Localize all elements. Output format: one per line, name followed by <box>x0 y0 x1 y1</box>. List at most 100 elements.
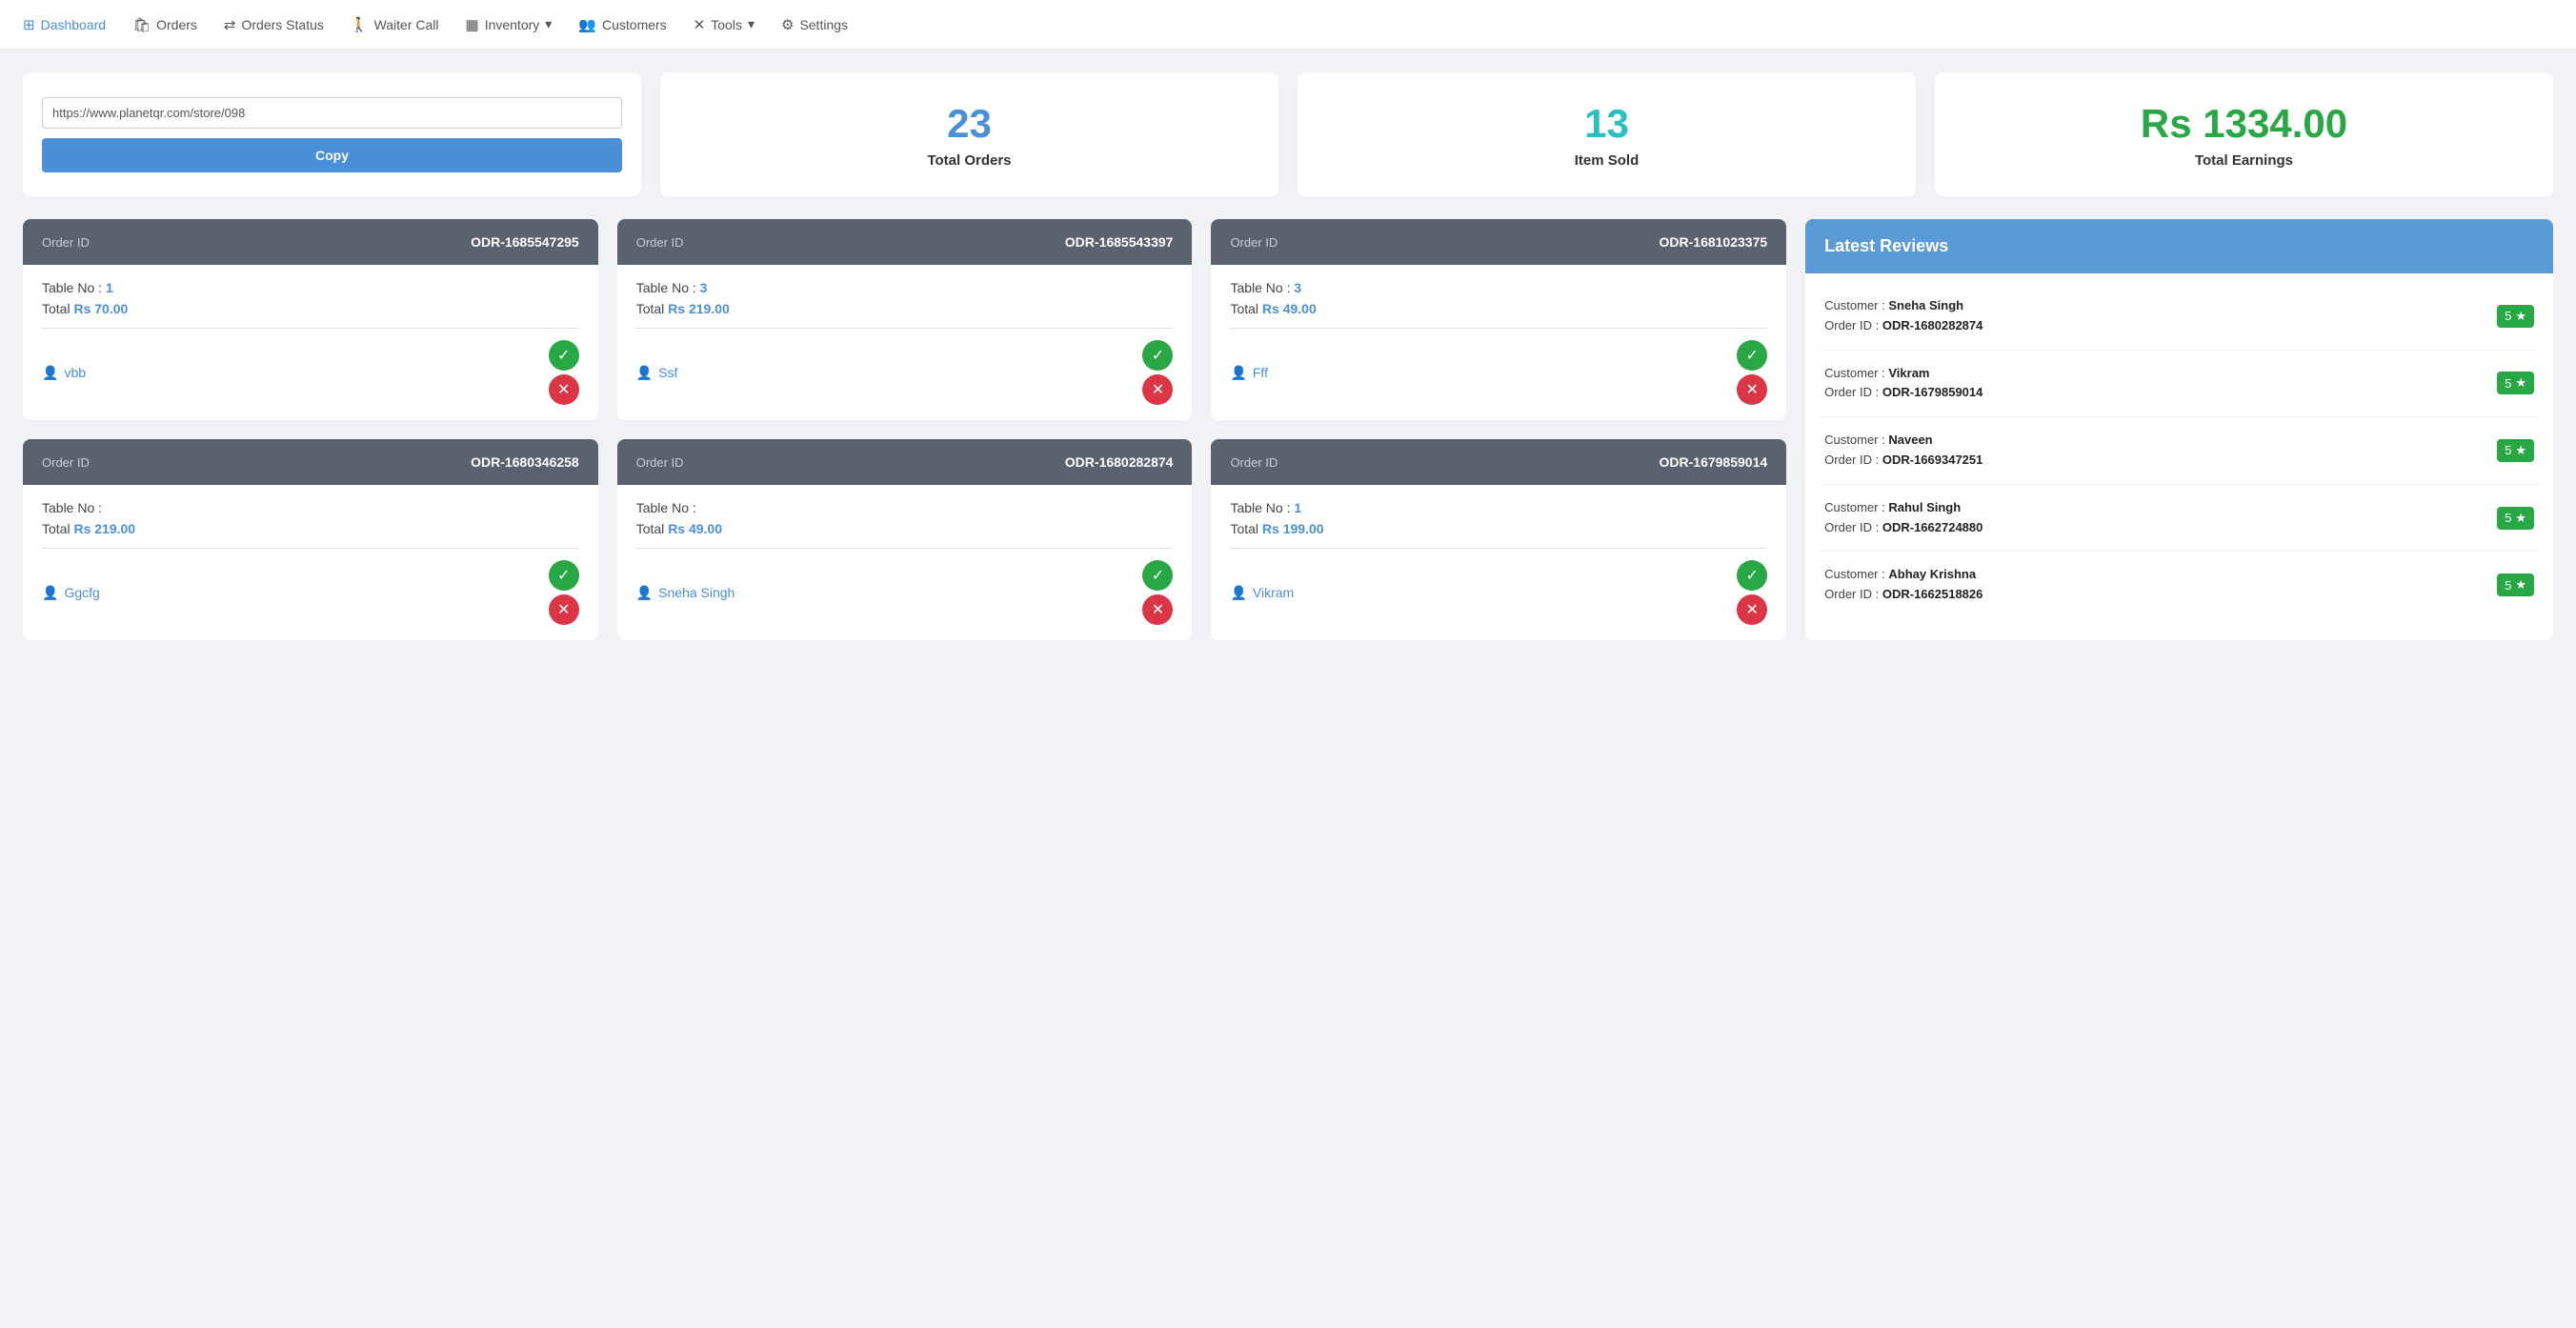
nav-customers[interactable]: 👥 Customers <box>578 12 666 37</box>
reject-btn-4[interactable]: ✕ <box>549 594 579 625</box>
review-item-5: Customer : Abhay Krishna Order ID : ODR-… <box>1821 552 2538 618</box>
total-orders-number: 23 <box>947 101 992 147</box>
order-table-3: Table No : 3 <box>1230 280 1767 295</box>
person-icon-2 <box>636 365 653 381</box>
approve-btn-6[interactable]: ✓ <box>1737 560 1767 591</box>
order-footer-3: Fff ✓ ✕ <box>1230 340 1767 405</box>
order-body-6: Table No : 1 Total Rs 199.00 Vikram <box>1211 485 1786 640</box>
person-icon-4 <box>42 585 58 601</box>
order-id-label-1: Order ID <box>42 235 90 250</box>
review-item-1: Customer : Sneha Singh Order ID : ODR-16… <box>1821 283 2538 351</box>
inventory-dropdown-icon: ▾ <box>545 16 552 32</box>
review-customer-name-4: Rahul Singh <box>1888 500 1961 514</box>
total-earnings-card: Rs 1334.00 Total Earnings <box>1935 72 2553 196</box>
order-footer-6: Vikram ✓ ✕ <box>1230 560 1767 625</box>
nav-orders[interactable]: 🛍 Orders <box>132 12 197 37</box>
copy-button[interactable]: Copy <box>42 138 622 172</box>
nav-dashboard[interactable]: ⊞ Dashboard <box>23 12 106 37</box>
content-grid: Order ID ODR-1685547295 Table No : 1 Tot… <box>23 219 2553 640</box>
review-order-id-5: ODR-1662518826 <box>1882 587 1983 601</box>
action-icons-5: ✓ ✕ <box>1142 560 1173 625</box>
reject-btn-3[interactable]: ✕ <box>1737 374 1767 405</box>
order-header-2: Order ID ODR-1685543397 <box>617 219 1193 265</box>
review-item-2: Customer : Vikram Order ID : ODR-1679859… <box>1821 351 2538 418</box>
reject-btn-2[interactable]: ✕ <box>1142 374 1173 405</box>
order-total-3: Total Rs 49.00 <box>1230 301 1767 316</box>
order-footer-1: vbb ✓ ✕ <box>42 340 579 405</box>
customer-name-3: Fff <box>1230 365 1268 381</box>
orders-icon: 🛍 <box>132 16 151 33</box>
person-icon-5 <box>636 585 653 601</box>
order-id-value-5: ODR-1680282874 <box>1065 454 1174 470</box>
customers-icon: 👥 <box>578 16 596 33</box>
action-icons-1: ✓ ✕ <box>549 340 579 405</box>
orders-col-1: Order ID ODR-1685547295 Table No : 1 Tot… <box>23 219 598 640</box>
nav-orders-status[interactable]: ⇄ Orders Status <box>224 12 324 37</box>
orders-col-3: Order ID ODR-1681023375 Table No : 3 Tot… <box>1211 219 1786 640</box>
url-card: Copy <box>23 72 641 196</box>
url-input[interactable] <box>42 97 622 129</box>
total-orders-label: Total Orders <box>927 152 1011 169</box>
star-badge-2: 5 ★ <box>2497 372 2534 394</box>
review-text-5: Customer : Abhay Krishna Order ID : ODR-… <box>1824 565 1982 605</box>
order-header-1: Order ID ODR-1685547295 <box>23 219 598 265</box>
order-total-4: Total Rs 219.00 <box>42 521 579 536</box>
item-sold-number: 13 <box>1584 101 1629 147</box>
order-table-5: Table No : <box>636 500 1174 515</box>
nav-settings[interactable]: ⚙ Settings <box>781 12 848 37</box>
order-total-1: Total Rs 70.00 <box>42 301 579 316</box>
order-id-value-2: ODR-1685543397 <box>1065 234 1174 250</box>
star-icon-4: ★ <box>2515 511 2526 526</box>
customer-name-5: Sneha Singh <box>636 585 735 601</box>
review-order-id-1: ODR-1680282874 <box>1882 318 1983 332</box>
approve-btn-5[interactable]: ✓ <box>1142 560 1173 591</box>
review-order-id-4: ODR-1662724880 <box>1882 520 1983 534</box>
person-icon-3 <box>1230 365 1246 381</box>
customer-name-4: Ggcfg <box>42 585 100 601</box>
review-customer-name-1: Sneha Singh <box>1888 298 1963 312</box>
order-id-value-4: ODR-1680346258 <box>471 454 579 470</box>
order-card-2: Order ID ODR-1685543397 Table No : 3 Tot… <box>617 219 1193 420</box>
review-order-id-3: ODR-1669347251 <box>1882 453 1983 467</box>
order-body-2: Table No : 3 Total Rs 219.00 Ssf <box>617 265 1193 420</box>
review-text-4: Customer : Rahul Singh Order ID : ODR-16… <box>1824 498 1982 538</box>
reject-btn-5[interactable]: ✕ <box>1142 594 1173 625</box>
order-id-value-3: ODR-1681023375 <box>1660 234 1768 250</box>
approve-btn-3[interactable]: ✓ <box>1737 340 1767 371</box>
approve-btn-2[interactable]: ✓ <box>1142 340 1173 371</box>
star-icon-5: ★ <box>2515 577 2526 593</box>
reject-btn-6[interactable]: ✕ <box>1737 594 1767 625</box>
review-item-3: Customer : Naveen Order ID : ODR-1669347… <box>1821 417 2538 485</box>
approve-btn-4[interactable]: ✓ <box>549 560 579 591</box>
reviews-panel: Latest Reviews Customer : Sneha Singh Or… <box>1805 219 2553 640</box>
order-id-label-6: Order ID <box>1230 455 1278 470</box>
star-badge-5: 5 ★ <box>2497 573 2534 596</box>
action-icons-2: ✓ ✕ <box>1142 340 1173 405</box>
nav-inventory[interactable]: ▦ Inventory ▾ <box>466 12 553 37</box>
action-icons-4: ✓ ✕ <box>549 560 579 625</box>
customer-name-6: Vikram <box>1230 585 1294 601</box>
order-id-value-6: ODR-1679859014 <box>1660 454 1768 470</box>
review-order-id-2: ODR-1679859014 <box>1882 385 1983 399</box>
nav-waiter-call[interactable]: 🚶 Waiter Call <box>351 12 439 37</box>
order-id-label-5: Order ID <box>636 455 684 470</box>
order-id-label-4: Order ID <box>42 455 90 470</box>
order-footer-2: Ssf ✓ ✕ <box>636 340 1174 405</box>
stats-row: Copy 23 Total Orders 13 Item Sold Rs 133… <box>23 72 2553 196</box>
customer-name-1: vbb <box>42 365 86 381</box>
waiter-call-icon: 🚶 <box>351 16 369 33</box>
person-icon-1 <box>42 365 58 381</box>
order-id-label-3: Order ID <box>1230 235 1278 250</box>
order-header-3: Order ID ODR-1681023375 <box>1211 219 1786 265</box>
nav-tools[interactable]: ✕ Tools ▾ <box>694 12 755 37</box>
action-icons-3: ✓ ✕ <box>1737 340 1767 405</box>
approve-btn-1[interactable]: ✓ <box>549 340 579 371</box>
order-card-6: Order ID ODR-1679859014 Table No : 1 Tot… <box>1211 439 1786 640</box>
action-icons-6: ✓ ✕ <box>1737 560 1767 625</box>
star-badge-4: 5 ★ <box>2497 507 2534 530</box>
inventory-icon: ▦ <box>466 16 479 33</box>
total-earnings-label: Total Earnings <box>2195 152 2293 169</box>
order-header-6: Order ID ODR-1679859014 <box>1211 439 1786 485</box>
reject-btn-1[interactable]: ✕ <box>549 374 579 405</box>
reviews-header: Latest Reviews <box>1805 219 2553 273</box>
